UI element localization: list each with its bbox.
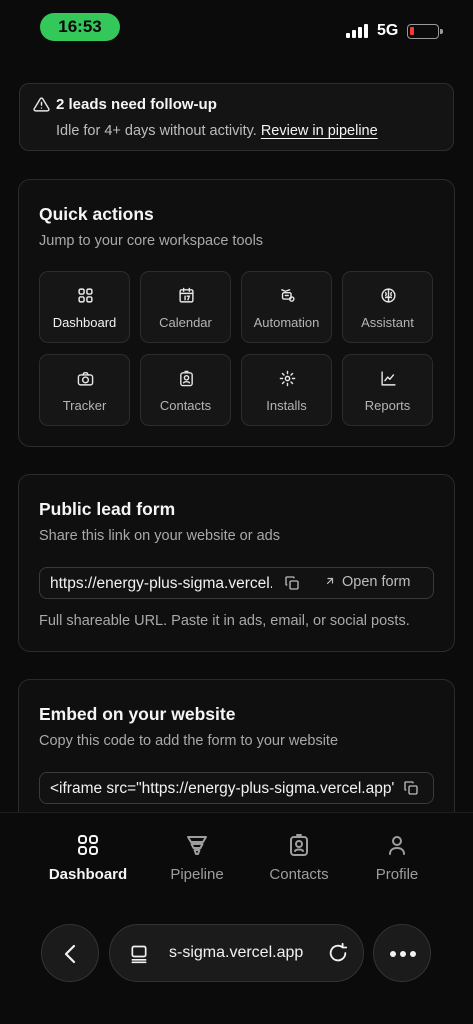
- open-form-button[interactable]: Open form: [324, 574, 411, 590]
- tile-reports[interactable]: Reports: [342, 354, 433, 426]
- address-bar[interactable]: s-sigma.vercel.app: [109, 924, 364, 982]
- alert-title: 2 leads need follow-up: [56, 96, 217, 113]
- chevron-left-icon: [64, 944, 76, 964]
- gear-icon: [279, 370, 296, 387]
- lead-form-title: Public lead form: [39, 499, 176, 519]
- funnel-icon: [187, 836, 207, 855]
- tab-contacts[interactable]: Contacts: [244, 833, 354, 883]
- grid-icon: [78, 835, 98, 855]
- brain-icon: [381, 288, 396, 303]
- tab-label: Profile: [375, 866, 419, 883]
- tile-label: Assistant: [361, 315, 414, 330]
- warning-triangle-icon: [33, 97, 50, 112]
- copy-icon[interactable]: [403, 780, 419, 796]
- alert-subtitle: Idle for 4+ days without activity. Review…: [56, 123, 378, 139]
- lead-form-card: Public lead form Share this link on your…: [18, 474, 455, 652]
- tile-label: Dashboard: [52, 315, 117, 330]
- follow-up-alert: 2 leads need follow-up Idle for 4+ days …: [19, 83, 454, 151]
- network-label: 5G: [377, 22, 399, 39]
- lead-form-url: https://energy-plus-sigma.vercel.app: [50, 575, 272, 592]
- status-bar: 16:53 5G: [0, 0, 473, 56]
- status-time: 16:53: [40, 13, 120, 41]
- review-pipeline-link[interactable]: Review in pipeline: [261, 123, 378, 139]
- quick-actions-title: Quick actions: [39, 204, 154, 224]
- camera-icon: [77, 372, 94, 386]
- contact-badge-icon: [180, 370, 193, 387]
- lead-form-url-field[interactable]: https://energy-plus-sigma.vercel.app Ope…: [39, 567, 434, 599]
- lead-form-hint: Full shareable URL. Paste it in ads, ema…: [39, 613, 410, 629]
- back-button[interactable]: [41, 924, 99, 982]
- embed-subtitle: Copy this code to add the form to your w…: [39, 733, 339, 749]
- tab-label: Dashboard: [48, 866, 128, 883]
- person-icon: [389, 836, 405, 855]
- tile-installs[interactable]: Installs: [241, 354, 332, 426]
- chart-icon: [381, 371, 396, 386]
- tile-automation[interactable]: Automation: [241, 271, 332, 343]
- address-url: s-sigma.vercel.app: [169, 944, 304, 961]
- tab-dashboard[interactable]: Dashboard: [33, 833, 143, 883]
- tile-calendar[interactable]: Calendar: [140, 271, 231, 343]
- tile-label: Installs: [266, 398, 307, 413]
- tile-label: Calendar: [159, 315, 212, 330]
- bottom-tab-bar: Dashboard Pipeline Contacts Profile: [0, 812, 473, 904]
- tile-label: Tracker: [62, 398, 107, 413]
- embed-title: Embed on your website: [39, 704, 236, 724]
- tab-label: Contacts: [269, 866, 329, 883]
- lead-form-subtitle: Share this link on your website or ads: [39, 528, 280, 544]
- quick-actions-subtitle: Jump to your core workspace tools: [39, 233, 264, 249]
- more-dots-icon: [390, 951, 416, 957]
- contact-badge-icon: [290, 834, 308, 856]
- signal-icon: [346, 24, 370, 38]
- battery-icon: [407, 24, 443, 39]
- tile-dashboard[interactable]: Dashboard: [39, 271, 130, 343]
- calendar-icon: [179, 287, 194, 303]
- tab-label: Pipeline: [170, 866, 224, 883]
- tile-tracker[interactable]: Tracker: [39, 354, 130, 426]
- tab-profile[interactable]: Profile: [342, 833, 452, 883]
- embed-code: <iframe src="https://energy-plus-sigma.v…: [50, 780, 395, 797]
- tile-contacts[interactable]: Contacts: [140, 354, 231, 426]
- tile-assistant[interactable]: Assistant: [342, 271, 433, 343]
- quick-actions-card: Quick actions Jump to your core workspac…: [18, 179, 455, 447]
- more-button[interactable]: [373, 924, 431, 982]
- arrow-up-right-icon: [326, 577, 334, 585]
- automation-icon: [281, 289, 295, 302]
- tile-label: Contacts: [159, 398, 212, 413]
- tile-label: Reports: [364, 398, 411, 413]
- tile-label: Automation: [253, 315, 320, 330]
- reload-icon[interactable]: [327, 942, 349, 964]
- tab-overview-icon[interactable]: [129, 944, 149, 964]
- grid-icon: [78, 288, 93, 303]
- copy-icon[interactable]: [284, 575, 300, 591]
- alert-subtitle-text: Idle for 4+ days without activity.: [56, 123, 257, 139]
- embed-code-field[interactable]: <iframe src="https://energy-plus-sigma.v…: [39, 772, 434, 804]
- open-form-label: Open form: [342, 574, 411, 590]
- tab-pipeline[interactable]: Pipeline: [142, 833, 252, 883]
